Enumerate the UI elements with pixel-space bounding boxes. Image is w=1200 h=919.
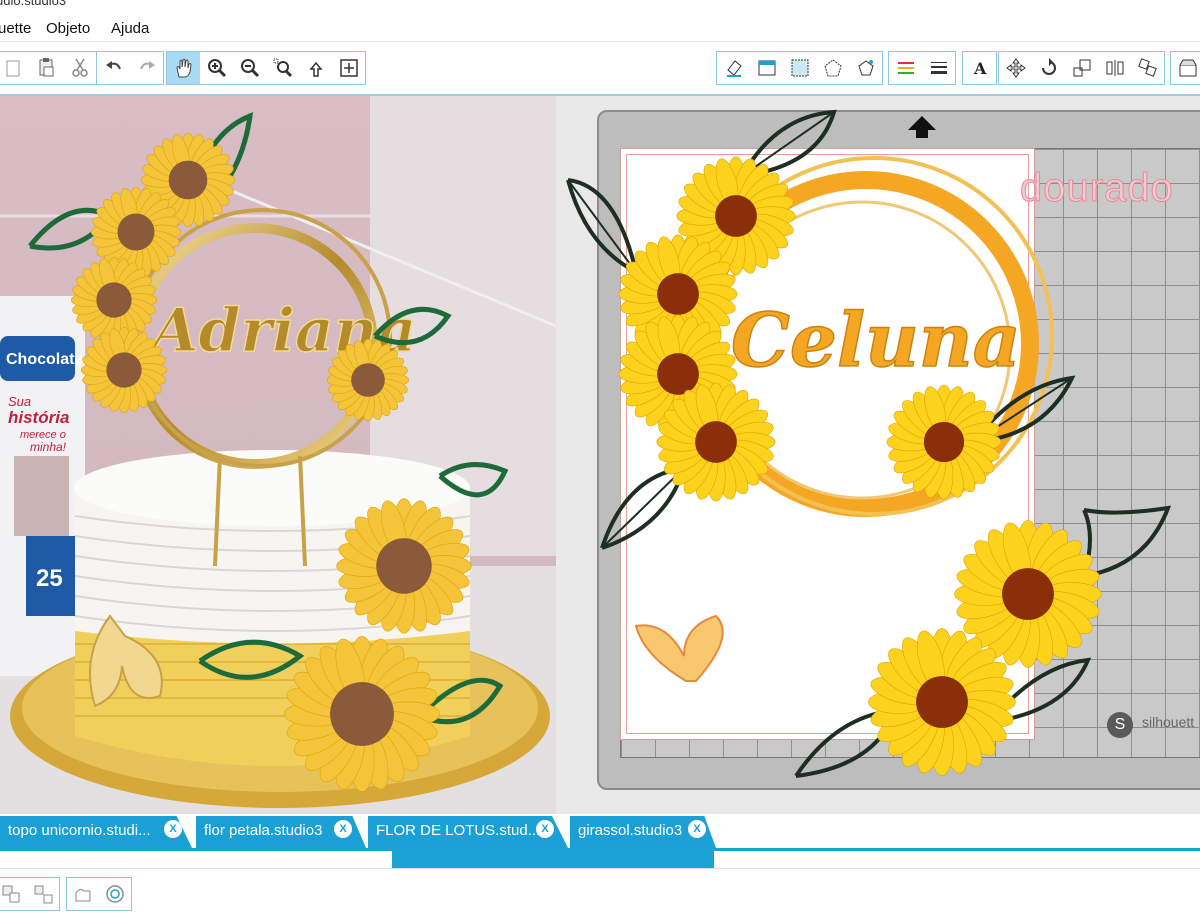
bottom-toolbar: [0, 868, 1200, 919]
photo-sunflower: [80, 326, 168, 414]
tab-label: flor petala.studio3: [204, 822, 323, 839]
store-icon[interactable]: [1171, 52, 1200, 84]
cut-icon[interactable]: [63, 52, 96, 84]
main-toolbar: A: [0, 42, 1200, 96]
tab-girassol[interactable]: girassol.studio3 X: [570, 816, 716, 848]
pan-hand-icon[interactable]: [167, 52, 200, 84]
fit-to-page-icon[interactable]: [332, 52, 365, 84]
window-title: udio.studio3: [0, 0, 67, 8]
design-group: [716, 51, 883, 85]
menu-silhouette[interactable]: uette: [0, 20, 31, 37]
scale-icon[interactable]: [1065, 52, 1098, 84]
zoom-drag-icon[interactable]: [299, 52, 332, 84]
transform-group: [998, 51, 1165, 85]
close-icon[interactable]: X: [334, 820, 352, 838]
eraser-icon[interactable]: [717, 52, 750, 84]
silhouette-logo-icon: S: [1107, 712, 1133, 738]
active-tab-indicator: [392, 848, 714, 868]
group-tools: [0, 877, 60, 911]
package-line1: Sua: [8, 394, 31, 409]
text-icon[interactable]: A: [963, 52, 996, 84]
move-icon[interactable]: [999, 52, 1032, 84]
zoom-select-icon[interactable]: [266, 52, 299, 84]
view-group: [166, 51, 366, 85]
paste-icon[interactable]: [0, 52, 30, 84]
close-icon[interactable]: X: [164, 820, 182, 838]
package-number: 25: [36, 565, 63, 592]
align-icon[interactable]: [1098, 52, 1131, 84]
title-bar: udio.studio3: [0, 0, 1200, 12]
photo-sunflower: [336, 498, 472, 634]
package-brand-text: Chocolate: [6, 351, 83, 368]
text-group: A: [962, 51, 997, 85]
group-icon[interactable]: [0, 878, 27, 910]
svg-text:A: A: [973, 59, 987, 78]
zoom-in-icon[interactable]: [200, 52, 233, 84]
menu-bar: uette Objeto Ajuda: [0, 12, 1200, 42]
replicate-icon[interactable]: [1131, 52, 1164, 84]
work-area[interactable]: Chocolate Sua história merece o minha! 2…: [0, 96, 1200, 814]
feed-direction-arrow-icon: [908, 116, 936, 138]
line-width-icon[interactable]: [922, 52, 955, 84]
silhouette-studio-window: udio.studio3 uette Objeto Ajuda A Chocol…: [0, 0, 1200, 919]
line-style-icon[interactable]: [816, 52, 849, 84]
photo-sunflower: [326, 338, 410, 422]
tab-topo-unicornio[interactable]: topo unicornio.studi... X: [0, 816, 192, 848]
release-compound-icon[interactable]: [99, 878, 131, 910]
reference-photo: Chocolate Sua história merece o minha! 2…: [0, 96, 556, 814]
package-line2: história: [8, 408, 69, 427]
line-color-icon[interactable]: [889, 52, 922, 84]
rotate-icon[interactable]: [1032, 52, 1065, 84]
close-icon[interactable]: X: [688, 820, 706, 838]
redo-icon[interactable]: [130, 52, 163, 84]
offset-icon[interactable]: [849, 52, 882, 84]
package-line4: minha!: [30, 440, 67, 454]
tab-flor-petala[interactable]: flor petala.studio3 X: [196, 816, 366, 848]
cut-border: [626, 154, 1029, 734]
menu-ajuda[interactable]: Ajuda: [111, 20, 149, 37]
tab-label: FLOR DE LOTUS.stud...: [376, 822, 541, 839]
compound-tools: [66, 877, 132, 911]
close-icon[interactable]: X: [536, 820, 554, 838]
line-group: [888, 51, 956, 85]
silhouette-brand-text: silhouett: [1142, 714, 1195, 730]
undo-icon[interactable]: [97, 52, 130, 84]
fill-pattern-icon[interactable]: [783, 52, 816, 84]
paste-in-front-icon[interactable]: [30, 52, 63, 84]
ungroup-icon[interactable]: [27, 878, 59, 910]
tab-flor-de-lotus[interactable]: FLOR DE LOTUS.stud... X: [368, 816, 568, 848]
watermark-text: dourado: [1020, 166, 1174, 211]
tab-label: girassol.studio3: [578, 822, 683, 839]
zoom-out-icon[interactable]: [233, 52, 266, 84]
photo-sunflower: [284, 636, 440, 792]
store-group: [1170, 51, 1200, 85]
tab-label: topo unicornio.studi...: [8, 822, 151, 839]
history-group: [96, 51, 164, 85]
make-compound-icon[interactable]: [67, 878, 99, 910]
page-setup-icon[interactable]: [750, 52, 783, 84]
menu-objeto[interactable]: Objeto: [46, 20, 90, 37]
clipboard-group: [0, 51, 97, 85]
